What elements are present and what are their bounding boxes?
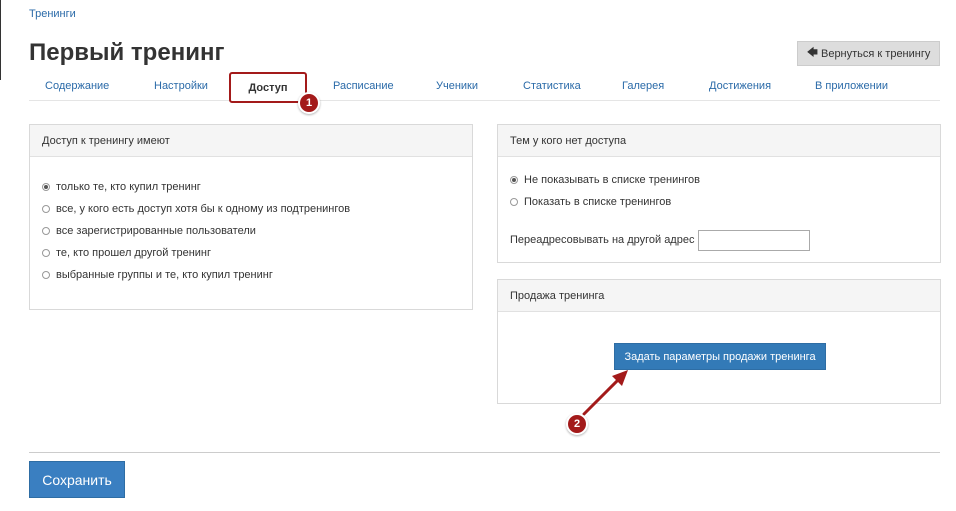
back-to-training-button[interactable]: 🡄 Вернуться к тренингу xyxy=(797,41,940,66)
access-option-groups[interactable]: выбранные группы и те, кто купил тренинг xyxy=(42,269,273,281)
step-marker-2: 2 xyxy=(566,413,588,435)
radio-selected-icon xyxy=(510,176,518,184)
access-option-purchased[interactable]: только те, кто купил тренинг xyxy=(42,181,201,193)
access-option-label: те, кто прошел другой тренинг xyxy=(56,247,211,259)
tab-schedule[interactable]: Расписание xyxy=(333,80,394,92)
breadcrumb-link[interactable]: Тренинги xyxy=(29,8,76,20)
no-access-option-show[interactable]: Показать в списке тренингов xyxy=(510,196,671,208)
arrow-left-icon: 🡄 xyxy=(806,47,818,59)
step-marker-1: 1 xyxy=(298,92,320,114)
page-title: Первый тренинг xyxy=(29,39,225,66)
tab-achievements[interactable]: Достижения xyxy=(709,80,771,92)
access-option-completed-other[interactable]: те, кто прошел другой тренинг xyxy=(42,247,211,259)
access-panel: Доступ к тренингу имеют только те, кто к… xyxy=(29,124,473,310)
access-panel-title: Доступ к тренингу имеют xyxy=(30,125,472,157)
tabs-bar: Содержание Настройки Доступ Расписание У… xyxy=(29,72,940,103)
back-button-label: Вернуться к тренингу xyxy=(820,47,931,60)
tab-access[interactable]: Доступ xyxy=(229,72,307,103)
left-edge-line xyxy=(0,0,1,80)
tab-students[interactable]: Ученики xyxy=(436,80,478,92)
access-option-label: выбранные группы и те, кто купил тренинг xyxy=(56,269,273,281)
radio-selected-icon xyxy=(42,183,50,191)
save-button[interactable]: Сохранить xyxy=(29,461,125,498)
radio-icon xyxy=(42,249,50,257)
tab-in-app[interactable]: В приложении xyxy=(815,80,888,92)
no-access-panel-title: Тем у кого нет доступа xyxy=(498,125,940,157)
radio-icon xyxy=(510,198,518,206)
set-sale-params-button[interactable]: Задать параметры продажи тренинга xyxy=(614,343,826,370)
access-option-registered[interactable]: все зарегистрированные пользователи xyxy=(42,225,256,237)
redirect-url-input[interactable] xyxy=(698,230,810,251)
tab-gallery[interactable]: Галерея xyxy=(622,80,664,92)
tab-statistics[interactable]: Статистика xyxy=(523,80,581,92)
access-option-label: все, у кого есть доступ хотя бы к одному… xyxy=(56,203,351,215)
no-access-panel: Тем у кого нет доступа Не показывать в с… xyxy=(497,124,941,263)
no-access-option-hide[interactable]: Не показывать в списке тренингов xyxy=(510,174,700,186)
access-option-subtrainings[interactable]: все, у кого есть доступ хотя бы к одному… xyxy=(42,203,350,215)
access-option-label: все зарегистрированные пользователи xyxy=(56,225,256,237)
no-access-option-label: Не показывать в списке тренингов xyxy=(524,174,701,186)
sale-panel-title: Продажа тренинга xyxy=(498,280,940,312)
access-option-label: только те, кто купил тренинг xyxy=(56,181,201,193)
no-access-option-label: Показать в списке тренингов xyxy=(524,196,672,208)
redirect-label: Переадресовывать на другой адрес xyxy=(510,234,695,246)
radio-icon xyxy=(42,227,50,235)
radio-icon xyxy=(42,271,50,279)
sale-panel: Продажа тренинга Задать параметры продаж… xyxy=(497,279,941,404)
footer-divider xyxy=(29,452,940,453)
tab-content[interactable]: Содержание xyxy=(45,80,109,92)
radio-icon xyxy=(42,205,50,213)
tab-settings[interactable]: Настройки xyxy=(154,80,208,92)
